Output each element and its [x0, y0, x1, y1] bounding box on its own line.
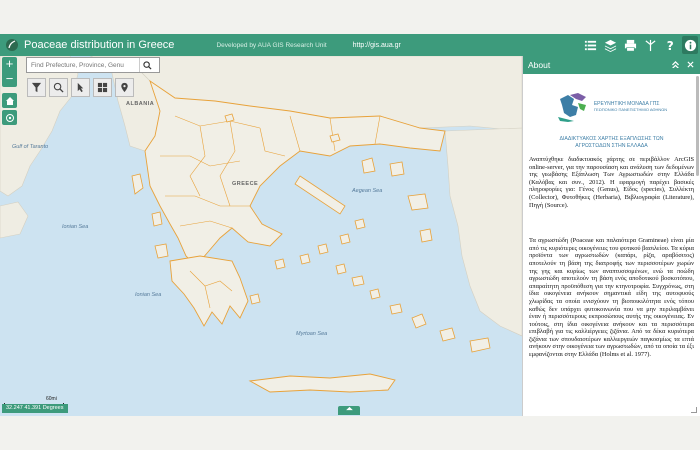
search-button[interactable]	[139, 58, 155, 72]
about-panel-title: About	[528, 60, 551, 70]
subtitle-line-2: ΑΓΡΩΣΤΩΔΩΝ ΣΤΗΝ ΕΛΛΑΔΑ	[575, 143, 648, 149]
logo-text: ΕΡΕΥΝΗΤΙΚΗ ΜΟΝΑΔΑ ΓΠΣ ΓΕΩΠΟΝΙΚΟ ΠΑΝΕΠΙΣΤ…	[594, 101, 667, 113]
home-button[interactable]	[2, 93, 17, 108]
label-aegean-sea: Aegean Sea	[352, 188, 383, 194]
layers-icon	[604, 39, 616, 52]
collapse-panel-button[interactable]	[672, 60, 679, 70]
label-greece: GREECE	[232, 181, 259, 187]
search-box	[26, 57, 160, 73]
zoom-control: + −	[2, 57, 17, 87]
map-view[interactable]: ALBANIA GREECE Gulf of Taranto Ionian Se…	[0, 56, 522, 416]
chevron-up-icon	[345, 406, 353, 411]
legend-button[interactable]	[582, 36, 598, 54]
locate-button[interactable]	[2, 110, 17, 125]
info-icon	[684, 39, 696, 51]
about-panel-body: ΕΡΕΥΝΗΤΙΚΗ ΜΟΝΑΔΑ ΓΠΣ ΓΕΩΠΟΝΙΚΟ ΠΑΝΕΠΙΣΤ…	[523, 74, 700, 359]
label-albania: ALBANIA	[126, 101, 155, 107]
map-subtitle: ΔΙΑΔΙΚΤΥΑΚΟΣ ΧΑΡΤΗΣ ΕΞΑΠΛΩΣΗΣ ΤΩΝ ΑΓΡΩΣΤ…	[529, 136, 694, 150]
pointer-icon	[77, 82, 84, 93]
aua-gis-logo: ΕΡΕΥΝΗΤΙΚΗ ΜΟΝΑΔΑ ΓΠΣ ΓΕΩΠΟΝΙΚΟ ΠΑΝΕΠΙΣΤ…	[529, 78, 694, 136]
scale-label: 60mi	[46, 396, 57, 402]
svg-text:?: ?	[666, 39, 673, 52]
developer-credit: Developed by AUA GIS Research Unit	[216, 41, 327, 49]
app-title: Poaceae distribution in Greece	[24, 39, 175, 51]
logo-line-2: ΓΕΩΠΟΝΙΚΟ ΠΑΝΕΠΙΣΤΗΜΙΟ ΑΘΗΝΩΝ	[593, 107, 668, 112]
help-icon: ?	[666, 39, 673, 52]
header-toolbar: ?	[582, 36, 698, 54]
map-tool-row	[27, 78, 134, 97]
grid-icon	[97, 82, 108, 93]
close-panel-button[interactable]	[687, 60, 694, 70]
layers-button[interactable]	[602, 36, 618, 54]
coordinate-readout: 32.247 41.391 Degrees	[2, 404, 68, 413]
search-icon	[143, 60, 152, 70]
label-myrtoan-sea: Myrtoan Sea	[296, 331, 328, 337]
about-panel: About ΕΡΕΥΝΗΤΙΚΗ ΜΟΝΑΔΑ ΓΠΣ ΓΕΩΠΟΝΙΚΟ ΠΑ…	[522, 56, 700, 416]
share-icon	[644, 39, 656, 51]
site-url[interactable]: http://gis.aua.gr	[353, 42, 401, 49]
label-ionian-sea: Ionian Sea	[62, 224, 89, 230]
map-canvas	[0, 56, 522, 393]
panel-controls	[672, 60, 694, 70]
zoom-out-button[interactable]: −	[2, 72, 17, 87]
double-chevron-up-icon	[672, 60, 679, 69]
about-button[interactable]	[682, 36, 698, 54]
close-icon	[687, 60, 694, 68]
query-button[interactable]	[49, 78, 68, 97]
filter-button[interactable]	[27, 78, 46, 97]
search-input[interactable]	[27, 61, 139, 69]
print-button[interactable]	[622, 36, 638, 54]
print-icon	[624, 39, 636, 51]
locate-icon	[5, 113, 14, 122]
share-button[interactable]	[642, 36, 658, 54]
query-icon	[53, 82, 64, 93]
home-icon	[5, 96, 14, 105]
about-paragraph-1: Αναπτύχθηκε διαδικτυακός χάρτης σε περιβ…	[529, 156, 694, 209]
help-button[interactable]: ?	[662, 36, 678, 54]
zoom-in-button[interactable]: +	[2, 57, 17, 72]
about-panel-header: About	[523, 56, 700, 74]
table-button[interactable]	[93, 78, 112, 97]
subtitle-line-1: ΔΙΑΔΙΚΤΥΑΚΟΣ ΧΑΡΤΗΣ ΕΞΑΠΛΩΣΗΣ ΤΩΝ	[559, 136, 664, 142]
bottom-collapse-button[interactable]	[338, 406, 360, 415]
greece-map-logo-icon	[557, 93, 586, 122]
location-button[interactable]	[115, 78, 134, 97]
select-button[interactable]	[71, 78, 90, 97]
about-paragraph-2: Τα αγρωστώδη (Poaceae και παλαιότερα Gra…	[529, 237, 694, 359]
app-logo-icon	[6, 39, 18, 51]
pin-icon	[121, 82, 128, 93]
label-gulf-taranto: Gulf of Taranto	[12, 144, 49, 150]
label-ionian-sea-2: Ionian Sea	[135, 292, 162, 298]
filter-icon	[31, 82, 42, 93]
panel-resize-handle[interactable]	[691, 407, 697, 413]
list-icon	[584, 40, 596, 50]
panel-scrollbar[interactable]	[696, 76, 699, 176]
app-header: Poaceae distribution in Greece Developed…	[0, 34, 700, 56]
